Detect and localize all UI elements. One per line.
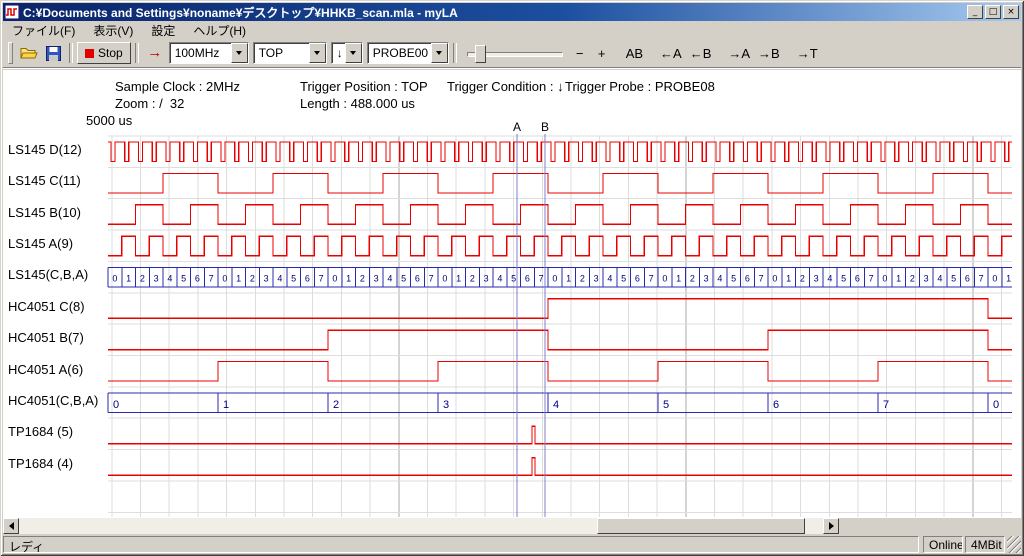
channel-label-hc4051-b-7[interactable]: HC4051 B(7) [8, 330, 106, 352]
toolbar-separator [135, 43, 139, 63]
channel-label-hc4051-a-6[interactable]: HC4051 A(6) [8, 362, 106, 384]
trigger-position-select-value: TOP [254, 46, 309, 60]
toolbar: Stop → 100MHz TOP ↓ PROBE00 −+ AB ←A←B →A→B →T [3, 39, 1021, 68]
trigger-probe-text: Trigger Probe : PROBE08 [565, 79, 715, 94]
horizontal-scrollbar[interactable] [3, 518, 839, 534]
stop-button[interactable]: Stop [77, 42, 131, 64]
chevron-down-icon[interactable] [345, 43, 362, 63]
goto-a-button[interactable]: ←A [656, 42, 686, 64]
triangle-down-icon [236, 51, 242, 55]
resize-grip[interactable] [1007, 536, 1021, 553]
goto-trigger-button[interactable]: →T [793, 42, 822, 64]
waveform-plot[interactable] [108, 120, 1012, 517]
channel-label-ls145-c-11[interactable]: LS145 C(11) [8, 173, 106, 195]
trigger-probe-select[interactable]: PROBE00 [367, 42, 449, 64]
save-button[interactable] [41, 42, 65, 64]
toolbar-separator [69, 43, 73, 63]
scroll-left-button[interactable] [3, 518, 19, 534]
chevron-down-icon[interactable] [231, 43, 248, 63]
close-button[interactable]: × [1003, 5, 1019, 19]
toolbar-buttons: −+ AB ←A←B →A→B →T [569, 42, 822, 64]
channel-label-ls145-a-9[interactable]: LS145 A(9) [8, 236, 106, 258]
minimize-button[interactable]: _ [967, 5, 983, 19]
toolbar-dropdowns: 100MHz TOP ↓ PROBE00 [169, 42, 449, 64]
menu-h[interactable]: ヘルプ(H) [184, 20, 255, 41]
status-online: Online [923, 536, 963, 553]
zoom-slider[interactable] [465, 42, 565, 64]
sample-clock-text: Sample Clock : 2MHz [115, 79, 240, 94]
trigger-position-select[interactable]: TOP [253, 42, 327, 64]
length-text: Length : 488.000 us [300, 96, 415, 111]
trigger-edge-select-value: ↓ [332, 46, 345, 60]
channel-label-hc4051-c-8[interactable]: HC4051 C(8) [8, 299, 106, 321]
channel-label-ls145-b-10[interactable]: LS145 B(10) [8, 205, 106, 227]
stop-label: Stop [98, 46, 123, 60]
zoom-out-button[interactable]: − [569, 42, 591, 64]
stop-icon [85, 49, 94, 58]
floppy-disk-icon [46, 46, 61, 61]
trigger-edge-select[interactable]: ↓ [331, 42, 363, 64]
folder-open-icon [20, 46, 38, 60]
scrollbar-thumb[interactable] [597, 518, 805, 534]
ab-button[interactable]: AB [622, 42, 647, 64]
channel-label-tp1684-5[interactable]: TP1684 (5) [8, 424, 106, 446]
menu-f[interactable]: ファイル(F) [3, 20, 84, 41]
run-button[interactable]: → [143, 42, 167, 64]
triangle-down-icon [314, 51, 320, 55]
window-controls: _ □ × [967, 5, 1019, 19]
chevron-down-icon[interactable] [431, 43, 448, 63]
titlebar: C:¥Documents and Settings¥noname¥デスクトップ¥… [3, 3, 1021, 21]
trigger-probe-select-value: PROBE00 [368, 46, 431, 60]
channel-label-hc4051-c-b-a[interactable]: HC4051(C,B,A) [8, 393, 106, 415]
channel-label-tp1684-4[interactable]: TP1684 (4) [8, 456, 106, 478]
chevron-down-icon[interactable] [309, 43, 326, 63]
open-file-button[interactable] [17, 42, 41, 64]
status-memory: 4MBit [965, 536, 1005, 553]
menubar: ファイル(F)表示(V)設定ヘルプ(H) [3, 21, 1021, 39]
channel-label-ls145-c-b-a[interactable]: LS145(C,B,A) [8, 267, 106, 289]
window-title: C:¥Documents and Settings¥noname¥デスクトップ¥… [23, 4, 967, 21]
triangle-down-icon [350, 51, 356, 55]
menu-v[interactable]: 表示(V) [84, 20, 142, 41]
triangle-down-icon [436, 51, 442, 55]
app-window: C:¥Documents and Settings¥noname¥デスクトップ¥… [0, 0, 1024, 556]
maximize-button[interactable]: □ [985, 5, 1001, 19]
scroll-right-button[interactable] [823, 518, 839, 534]
zoom-slider-thumb[interactable] [475, 45, 486, 63]
triangle-left-icon [9, 522, 14, 530]
zoom-text: Zoom : / 32 [115, 96, 184, 111]
sample-rate-select-value: 100MHz [170, 46, 231, 60]
sample-rate-select[interactable]: 100MHz [169, 42, 249, 64]
toolbar-separator [453, 43, 457, 63]
app-icon [5, 5, 19, 19]
trigger-position-text: Trigger Position : TOP [300, 79, 428, 94]
trigger-condition-text: Trigger Condition : ↓ [447, 79, 564, 94]
status-message: レディ [3, 536, 919, 553]
scrollbar-filler [839, 518, 1021, 534]
set-a-button[interactable]: →A [724, 42, 754, 64]
triangle-right-icon [829, 522, 834, 530]
set-b-button[interactable]: →B [754, 42, 784, 64]
zoom-in-button[interactable]: + [591, 42, 613, 64]
toolbar-grip[interactable] [8, 42, 13, 64]
menu-[interactable]: 設定 [142, 20, 184, 41]
channel-label-ls145-d-12[interactable]: LS145 D(12) [8, 142, 106, 164]
goto-b-button[interactable]: ←B [686, 42, 716, 64]
statusbar: レディ Online 4MBit [3, 536, 1021, 553]
